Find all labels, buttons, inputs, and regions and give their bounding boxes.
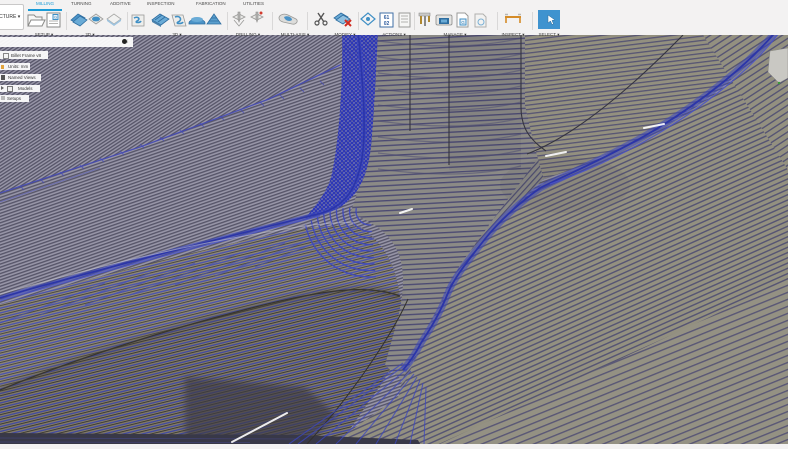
svg-text:G: G <box>461 20 465 25</box>
svg-text:G: G <box>54 15 57 20</box>
svg-text:02: 02 <box>384 21 390 27</box>
